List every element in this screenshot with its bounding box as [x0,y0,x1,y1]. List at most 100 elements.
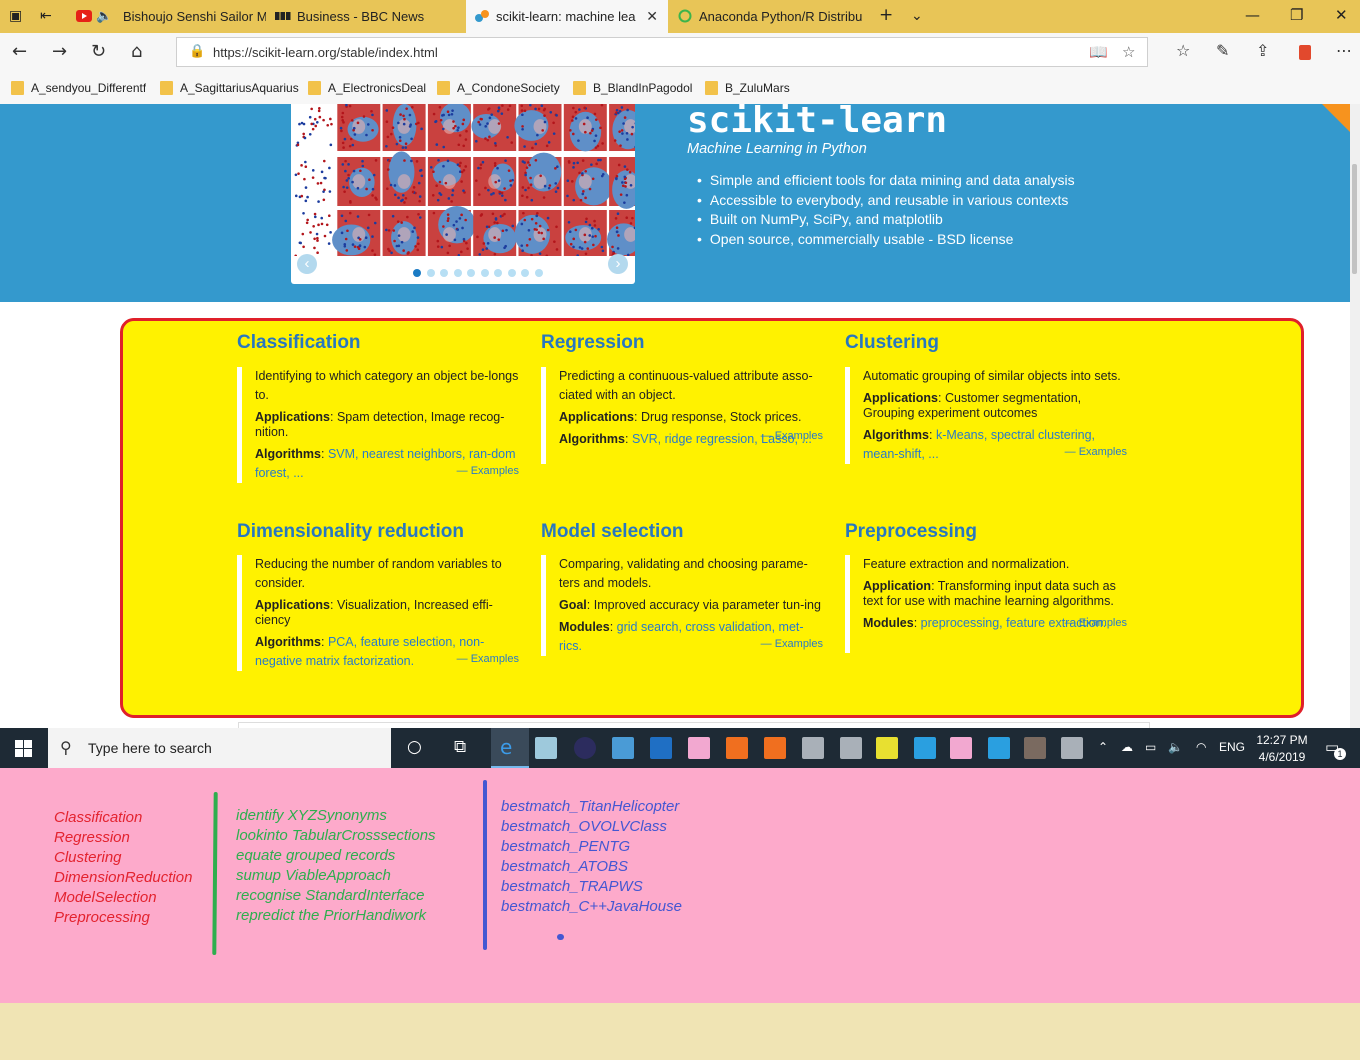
classifier-thumbnail[interactable] [427,157,471,206]
classifier-thumbnail[interactable] [473,157,517,206]
window-close-icon[interactable]: ✕ [1335,6,1348,24]
classifier-thumbnail[interactable] [427,206,476,256]
app-icon[interactable] [764,737,786,759]
classifier-thumbnail[interactable] [609,104,635,151]
carousel-dot[interactable] [440,269,448,277]
favorite-folder[interactable]: A_CondoneSociety [437,81,560,95]
url-field[interactable]: 🔒 https://scikit-learn.org/stable/index.… [176,37,1148,67]
system-clock[interactable]: 12:27 PM 4/6/2019 [1252,732,1312,766]
card-title[interactable]: Model selection [541,521,823,545]
eclipse-icon[interactable] [574,737,596,759]
carousel-dot[interactable] [480,269,489,277]
new-tab-icon[interactable]: + [879,5,893,25]
carousel-dot[interactable] [534,269,543,277]
carousel-dot[interactable] [467,269,475,277]
examples-link[interactable]: — Examples [457,462,519,481]
forward-arrow-icon[interactable]: → [52,41,67,62]
favorite-folder[interactable]: B_BlandInPagodol [573,81,692,95]
app-icon[interactable] [840,737,862,759]
classifier-thumbnail[interactable] [382,104,426,151]
app-icon[interactable] [650,737,672,759]
classifier-thumbnail[interactable] [563,157,613,206]
more-menu-icon[interactable]: ⋯ [1336,41,1352,60]
restore-icon[interactable]: ❐ [1290,6,1303,24]
carousel-next-button[interactable]: › [608,254,628,274]
site-title[interactable]: scikit-learn [687,104,947,141]
chevron-down-icon[interactable]: ⌄ [911,8,923,24]
favorite-folder[interactable]: B_ZuluMars [705,81,790,95]
app-icon[interactable] [802,737,824,759]
tab-youtube[interactable]: 🔈 Bishoujo Senshi Sailor M [68,0,266,33]
examples-link[interactable]: — Examples [1065,614,1127,633]
app-icon[interactable] [612,737,634,759]
tab-scikit-learn[interactable]: scikit-learn: machine lea ✕ [466,0,668,33]
examples-link[interactable]: — Examples [761,427,823,446]
app-icon[interactable] [535,737,557,759]
carousel-dot[interactable] [494,269,502,277]
example-carousel[interactable]: ‹ › [291,104,635,284]
carousel-dot[interactable] [413,269,421,277]
classifier-thumbnail[interactable] [514,210,562,256]
tab-anaconda[interactable]: Anaconda Python/R Distribu [669,0,867,33]
classifier-thumbnail[interactable] [518,152,562,206]
examples-link[interactable]: — Examples [1065,443,1127,462]
favorite-folder[interactable]: A_SagittariusAquarius [160,81,299,95]
search-placeholder[interactable]: Type here to search [88,740,212,756]
carousel-dot[interactable] [521,269,529,277]
classifier-thumbnail[interactable] [471,104,517,151]
classifier-thumbnail[interactable] [292,157,335,206]
onedrive-icon[interactable]: ☁ [1121,740,1133,754]
classifier-thumbnail[interactable] [292,210,335,256]
page-scrollbar[interactable] [1350,104,1360,728]
favorite-folder[interactable]: A_ElectronicsDeal [308,81,426,95]
scrollbar-thumb[interactable] [1352,164,1357,274]
classifier-thumbnail[interactable] [514,104,562,151]
app-icon[interactable] [876,737,898,759]
back-arrow-icon[interactable]: ← [12,41,27,62]
set-tabs-aside-icon[interactable]: ⇤ [40,8,52,24]
carousel-dot[interactable] [453,269,462,277]
pen-notes-icon[interactable]: ✎ [1216,41,1229,60]
classifier-thumbnail[interactable] [332,210,381,256]
classifier-thumbnail[interactable] [473,210,517,256]
examples-link[interactable]: — Examples [761,635,823,654]
home-icon[interactable]: ⌂ [131,41,142,62]
fork-ribbon[interactable] [1322,104,1350,132]
windows-start-icon[interactable] [15,740,32,757]
classifier-thumbnail[interactable] [337,104,381,151]
close-icon[interactable]: ✕ [646,0,658,33]
share-icon[interactable]: ⇪ [1256,41,1269,60]
chevron-up-icon[interactable]: ⌃ [1098,740,1108,754]
classifier-thumbnail[interactable] [292,104,335,151]
classifier-thumbnail[interactable] [563,210,607,256]
card-title[interactable]: Preprocessing [845,521,1127,545]
office-icon[interactable] [1299,45,1311,60]
task-view-icon[interactable]: ⧉ [454,737,466,757]
wifi-icon[interactable]: ◠ [1196,740,1206,754]
classifier-thumbnail[interactable] [337,157,381,206]
app-icon[interactable] [950,737,972,759]
classifier-thumbnail[interactable] [427,104,471,151]
card-title[interactable]: Clustering [845,332,1127,356]
volume-icon[interactable]: 🔈 [1168,740,1183,754]
tab-actions-icon[interactable]: ▣ [9,8,22,24]
cortana-icon[interactable]: ○ [407,737,422,757]
language-indicator[interactable]: ENG [1219,740,1245,754]
minimize-icon[interactable]: — [1245,6,1260,24]
card-title[interactable]: Dimensionality reduction [237,521,519,545]
lock-icon[interactable]: 🔒 [189,44,205,59]
app-icon[interactable] [914,737,936,759]
app-icon[interactable] [688,737,710,759]
classifier-thumbnail[interactable] [382,151,426,206]
classifier-thumbnail[interactable] [382,210,426,256]
battery-icon[interactable]: ▭ [1145,740,1156,754]
examples-link[interactable]: — Examples [457,650,519,669]
favorite-folder[interactable]: A_sendyou_Differentf [11,81,146,95]
card-title[interactable]: Classification [237,332,519,356]
tab-bbc[interactable]: Business - BBC News [267,0,465,33]
app-icon[interactable] [988,737,1010,759]
carousel-prev-button[interactable]: ‹ [297,254,317,274]
classifier-thumbnail[interactable] [609,157,635,209]
card-title[interactable]: Regression [541,332,823,356]
favorite-star-icon[interactable]: ☆ [1122,43,1135,61]
